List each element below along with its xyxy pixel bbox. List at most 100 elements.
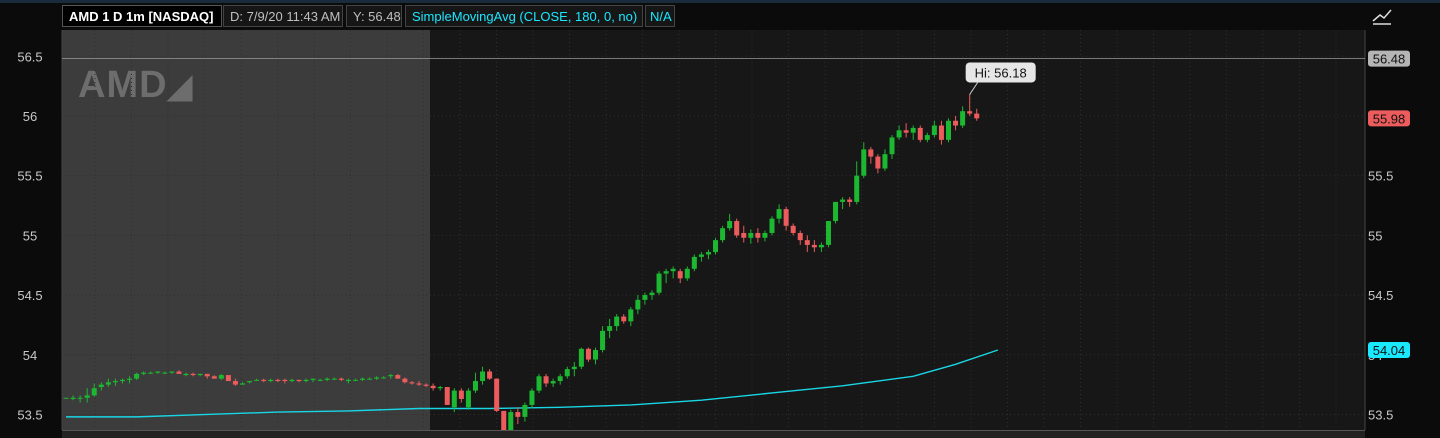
candle-body (543, 376, 549, 384)
candle-body (967, 111, 973, 114)
candle-body (416, 383, 422, 385)
candle-body (501, 410, 507, 432)
y-tick-label-right: 54.5 (1368, 288, 1393, 303)
candle-body (727, 221, 733, 229)
candle-body (910, 127, 916, 133)
candle-body (705, 252, 711, 255)
candle-body (268, 379, 274, 382)
candle-body (522, 404, 528, 417)
candle-body (176, 371, 182, 374)
candle-body (465, 390, 471, 408)
candle-body (684, 268, 690, 279)
candle-body (338, 378, 344, 380)
candle-body (254, 379, 260, 381)
candle-body (825, 221, 831, 245)
candle-body (578, 348, 584, 367)
candle-body (833, 201, 839, 222)
candle-body (642, 295, 648, 300)
last-price-tag-label: 55.98 (1373, 111, 1406, 126)
candle-body (119, 379, 125, 382)
candle-body (529, 390, 535, 405)
candle-body (868, 149, 874, 157)
candle-body (783, 209, 789, 226)
cursor-price-tag-label: 56.48 (1373, 52, 1406, 67)
candle-body (91, 388, 97, 396)
candle-body (974, 113, 980, 119)
candle-body (395, 375, 401, 379)
candle-body (875, 156, 881, 169)
candle-body (331, 378, 337, 380)
candle-body (296, 379, 302, 382)
candle-body (423, 384, 429, 386)
candle-body (211, 376, 217, 379)
candle-body (635, 299, 641, 310)
candle-body (84, 395, 90, 398)
candle-body (571, 366, 577, 370)
candle-body (247, 381, 253, 383)
candle-body (938, 125, 944, 140)
candle-body (854, 175, 860, 202)
candle-body (550, 381, 556, 384)
y-tick-label-left: 55.5 (17, 169, 42, 184)
candle-body (487, 371, 493, 379)
candle-body (649, 292, 655, 296)
candle-body (917, 127, 923, 140)
candle-body (797, 232, 803, 241)
candle-body (889, 137, 895, 155)
study-label[interactable]: SimpleMovingAvg (CLOSE, 180, 0, no) (405, 5, 643, 27)
candle-body (345, 379, 351, 382)
candle-body (748, 232, 754, 238)
candle-body (607, 326, 613, 331)
candle-body (698, 254, 704, 257)
candle-body (444, 387, 450, 405)
candle-body (127, 378, 133, 380)
candle-body (804, 240, 810, 245)
candle-body (289, 379, 295, 382)
study-value: N/A (645, 5, 675, 27)
candle-body (776, 209, 782, 219)
y-tick-label-right: 55.5 (1368, 169, 1393, 184)
candle-body (614, 316, 620, 327)
candle-body (903, 130, 909, 133)
drawing-tool-icon[interactable] (1371, 7, 1393, 25)
candle-body (77, 397, 83, 399)
candle-body (70, 397, 76, 399)
candle-body (755, 232, 761, 238)
candle-body (148, 372, 154, 374)
candle-body (769, 218, 775, 233)
candle-body (451, 390, 457, 408)
candle-body (960, 111, 966, 126)
hi-annotation-text: Hi: 56.18 (975, 65, 1027, 80)
candle-body (840, 199, 846, 202)
candle-body (317, 379, 323, 381)
chart-window: AMD◢ 53.553.5545454.554.5555555.555.5565… (0, 0, 1440, 438)
candle-body (155, 371, 161, 373)
y-tick-label-right: 55 (1368, 228, 1382, 243)
candle-body (931, 125, 937, 136)
candle-body (458, 390, 464, 399)
price-chart[interactable]: 53.553.5545454.554.5555555.555.5565656.5… (0, 0, 1440, 437)
candle-body (98, 384, 104, 388)
candle-body (282, 379, 288, 382)
candle-body (402, 378, 408, 383)
candle-body (134, 373, 140, 379)
candle-body (600, 330, 606, 350)
candle-body (112, 381, 118, 383)
candle-body (670, 268, 676, 272)
candle-body (847, 199, 853, 202)
candle-body (818, 244, 824, 248)
candle-body (472, 381, 478, 391)
candle-body (691, 256, 697, 269)
candle-body (924, 135, 930, 140)
candle-body (536, 376, 542, 391)
candle-body (430, 385, 436, 389)
symbol-selector[interactable]: AMD 1 D 1m [NASDAQ] (62, 5, 222, 27)
candle-body (515, 412, 521, 417)
candle-body (480, 371, 486, 382)
candle-body (663, 271, 669, 274)
candle-body (303, 379, 309, 382)
y-tick-label-left: 54.5 (17, 288, 42, 303)
candle-body (628, 309, 634, 322)
candle-body (656, 273, 662, 293)
candle-body (621, 316, 627, 322)
